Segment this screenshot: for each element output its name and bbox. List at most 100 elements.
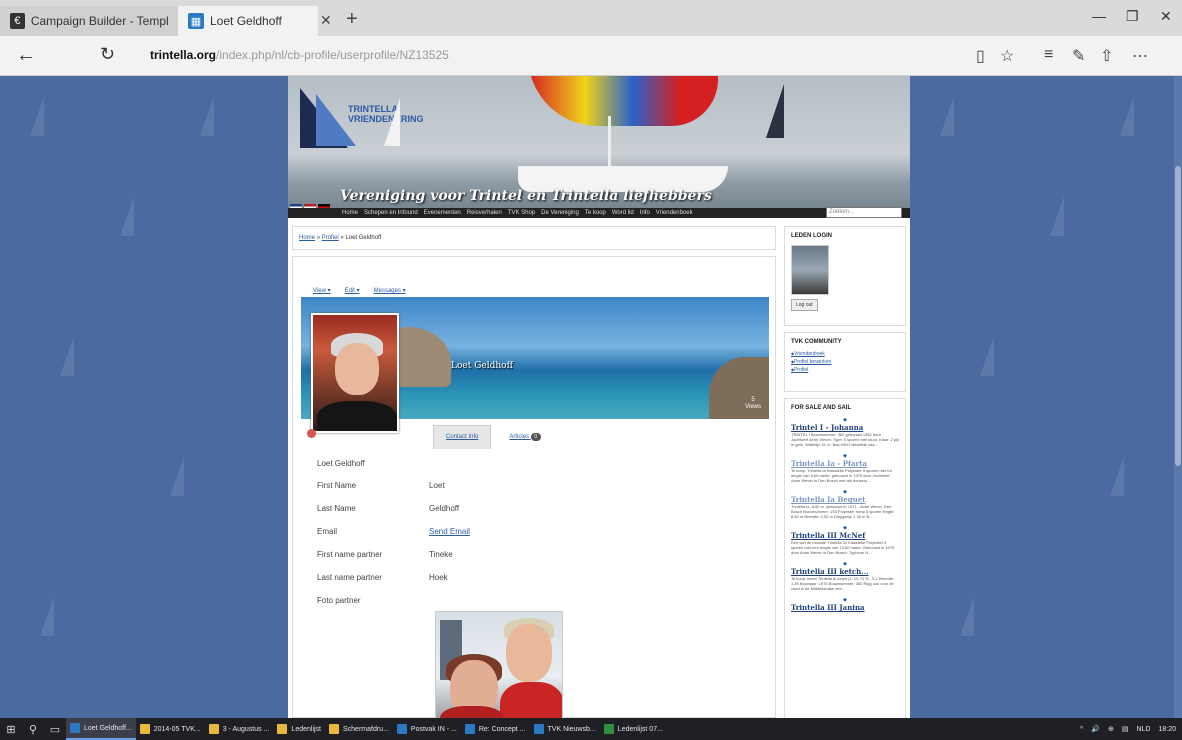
reading-view-icon[interactable]: ▯	[976, 46, 985, 66]
view-menu[interactable]: View ▾	[313, 287, 331, 294]
menu-item-te-koop[interactable]: Te koop	[585, 210, 606, 216]
app-icon	[277, 724, 288, 734]
browser-tab-campaign-builder[interactable]: € Campaign Builder - Templat	[0, 6, 178, 36]
app-icon	[329, 724, 339, 734]
favorite-star-icon[interactable]: ☆	[1000, 46, 1014, 66]
back-arrow-icon[interactable]: ←	[16, 44, 36, 67]
partner-photo[interactable]	[435, 611, 563, 718]
taskbar-item-label: Postvak IN - ...	[410, 725, 457, 733]
tab-articles[interactable]: Articles 0	[497, 425, 552, 449]
url-host: trintella.org	[150, 48, 217, 62]
notification-icon[interactable]: ▤	[1122, 725, 1129, 733]
show-hidden-icons-icon[interactable]: ^	[1080, 726, 1083, 733]
sale-item-title[interactable]: Trintella III Janina	[791, 603, 899, 612]
breadcrumb-separator: »	[340, 235, 344, 241]
avatar[interactable]	[311, 313, 399, 433]
maximize-icon[interactable]: ❐	[1126, 8, 1139, 25]
menu-item-home[interactable]: Home	[342, 210, 358, 216]
share-icon[interactable]: ⇧	[1100, 46, 1113, 66]
site-container: TRINTELLA VRIENDENKRING Vereniging voor …	[288, 76, 910, 718]
member-thumbnail[interactable]	[791, 245, 829, 295]
taskbar-item[interactable]: TVK Nieuwsb...	[530, 718, 600, 740]
community-title: TVK COMMUNITY	[791, 339, 842, 345]
menu-item-word-lid[interactable]: Word lid	[612, 210, 634, 216]
close-tab-icon[interactable]: ✕	[320, 12, 332, 29]
taskbar-item[interactable]: 2014-05 TVK...	[136, 718, 205, 740]
tab-contact-info[interactable]: Contact Info	[433, 425, 492, 449]
community-link-profiel[interactable]: Profiel	[791, 367, 899, 373]
field-value: Geldhoff	[429, 504, 460, 513]
app-icon	[464, 724, 475, 734]
site-search-input[interactable]: Zoeken...	[826, 207, 902, 218]
search-icon[interactable]: ⚲	[22, 718, 44, 740]
sale-item-title[interactable]: Trintel I - Johanna	[791, 423, 899, 432]
menu-item-vriendenboek[interactable]: Vriendenboek	[656, 210, 693, 216]
profile-menu: View ▾ Edit ▾ Messages ▾	[313, 287, 406, 294]
new-tab-icon[interactable]: +	[346, 8, 358, 31]
sale-item-description: Trintella Ia, 8,80 m, gebouwd in 1971 - …	[791, 504, 895, 519]
refresh-icon[interactable]: ↻	[100, 44, 115, 65]
taskbar-item[interactable]: Re: Concept ...	[461, 718, 530, 740]
menu-item-schepen[interactable]: Schepen en Infound	[364, 210, 418, 216]
mast-illustration	[608, 116, 611, 171]
articles-count-badge: 0	[530, 433, 541, 441]
sale-item-title[interactable]: Trintella III McNef	[791, 531, 899, 540]
profile-panel: View ▾ Edit ▾ Messages ▾ Loet Geldhoff 5…	[292, 256, 776, 718]
clock[interactable]: 18:20	[1158, 726, 1176, 733]
sale-item-title[interactable]: Trintella Ia Bequet	[791, 495, 899, 504]
menu-item-shop[interactable]: TVK Shop	[508, 210, 535, 216]
volume-icon[interactable]: 🔊	[1091, 725, 1100, 733]
sale-item: ◆ Trintella III ketch... Te koop: ketch …	[791, 561, 899, 591]
field-row: First name partner Tineke	[317, 550, 757, 573]
page-scrollbar[interactable]	[1174, 76, 1182, 718]
logout-button[interactable]: Log out	[791, 299, 818, 311]
messages-menu[interactable]: Messages ▾	[374, 287, 406, 294]
more-icon[interactable]: ⋯	[1132, 46, 1148, 66]
url-field[interactable]: trintella.org/index.php/nl/cb-profile/us…	[150, 48, 449, 62]
field-label: Foto partner	[317, 596, 361, 605]
community-link-profiel-bewerken[interactable]: Profiel bewerken	[791, 359, 899, 365]
taskbar-item[interactable]: Schermafdru...	[325, 718, 393, 740]
close-window-icon[interactable]: ✕	[1160, 8, 1172, 25]
menu-item-reisverhalen[interactable]: Reisverhalen	[467, 210, 502, 216]
taskbar-item-label: Loet Geldhoff...	[84, 724, 132, 732]
taskbar-item[interactable]: 3 - Augustus ...	[205, 718, 274, 740]
contact-info-fields: Loet Geldhoff First Name Loet Last Name …	[317, 459, 757, 619]
menu-item-info[interactable]: Info	[640, 210, 650, 216]
hub-icon[interactable]: ≡	[1044, 46, 1053, 64]
for-sale-title: FOR SALE AND SAIL	[791, 405, 852, 411]
language-indicator[interactable]: NLD	[1136, 726, 1150, 733]
tab-title: Campaign Builder - Templat	[30, 14, 168, 28]
breadcrumb-home[interactable]: Home	[299, 235, 315, 241]
field-value: Hoek	[429, 573, 448, 582]
taskbar-item[interactable]: Loet Geldhoff...	[66, 718, 136, 740]
scrollbar-thumb[interactable]	[1175, 166, 1181, 466]
profile-views-counter: 5 Views	[745, 397, 761, 410]
send-email-link[interactable]: Send Email	[429, 527, 470, 550]
field-row: First Name Loet	[317, 481, 757, 504]
field-label: First name partner	[317, 550, 383, 559]
browser-tab-loet-geldhoff[interactable]: ▦ Loet Geldhoff	[178, 6, 318, 36]
network-icon[interactable]: ⊕	[1108, 725, 1114, 733]
sale-item: ◆ Trintella Ia Bequet Trintella Ia, 8,80…	[791, 489, 899, 519]
menu-item-vereniging[interactable]: De Vereniging	[541, 210, 579, 216]
breadcrumb-profile[interactable]: Profiel	[322, 235, 339, 241]
community-link-vriendenboek[interactable]: Vriendenboek	[791, 351, 899, 357]
minimize-icon[interactable]: —	[1092, 8, 1106, 24]
community-links: Vriendenboek Profiel bewerken Profiel	[791, 351, 899, 373]
taskbar-item[interactable]: Ledenlijst	[273, 718, 325, 740]
taskbar-item[interactable]: Postvak IN - ...	[393, 718, 461, 740]
sale-item-title[interactable]: Trintella III ketch...	[791, 567, 899, 576]
app-icon	[533, 724, 544, 734]
breadcrumb-current: Loet Geldhoff	[345, 235, 382, 241]
sale-item-title[interactable]: Trintella Ia - Pfarta	[791, 459, 899, 468]
taskbar-item-label: Re: Concept ...	[478, 725, 526, 733]
task-view-icon[interactable]: ▭	[44, 718, 66, 740]
windows-start-icon[interactable]: ⊞	[0, 718, 22, 740]
community-box: TVK COMMUNITY Vriendenboek Profiel bewer…	[784, 332, 906, 392]
edit-menu[interactable]: Edit ▾	[345, 287, 360, 294]
web-note-icon[interactable]: ✎	[1072, 46, 1085, 66]
taskbar-item[interactable]: Ledenlijst 07...	[600, 718, 667, 740]
menu-item-evenementen[interactable]: Evenementen	[424, 210, 461, 216]
site-tagline: Vereniging voor Trintel en Trintella lie…	[340, 188, 712, 204]
